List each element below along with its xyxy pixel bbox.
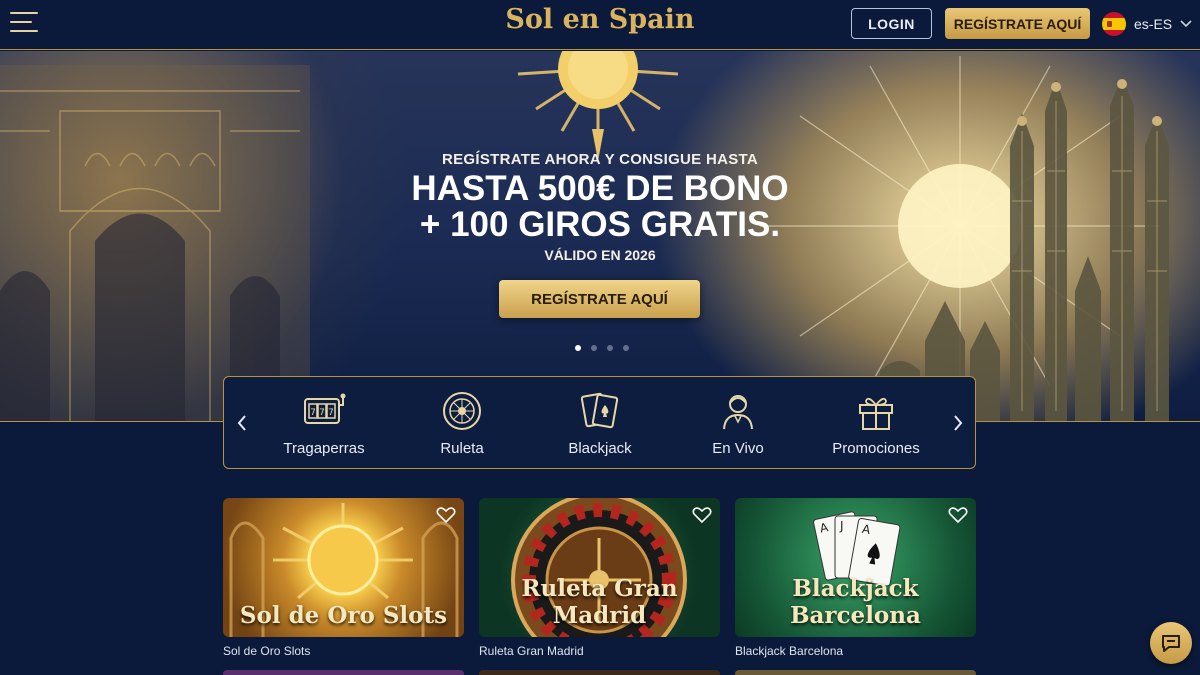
game-thumb-title: Sol de Oro Slots — [239, 602, 448, 629]
carousel-dots — [575, 345, 629, 351]
chat-bubble-icon — [1162, 635, 1180, 652]
carousel-dot-3[interactable] — [607, 345, 613, 351]
category-blackjack[interactable]: Blackjack — [535, 391, 665, 461]
svg-text:7: 7 — [328, 408, 334, 418]
chevron-right-icon[interactable] — [951, 413, 965, 433]
category-ruleta[interactable]: Ruleta — [397, 391, 527, 461]
heart-icon[interactable] — [436, 506, 456, 524]
hero-pretitle: REGÍSTRATE AHORA Y CONSIGUE HASTA — [441, 151, 759, 168]
game-thumb-title: Ruleta Gran Madrid — [521, 575, 678, 629]
svg-text:7: 7 — [319, 408, 325, 418]
spain-flag-icon — [1102, 12, 1126, 36]
chevron-left-icon[interactable] — [235, 413, 249, 433]
heart-icon[interactable] — [692, 506, 712, 524]
game-card-next-row[interactable] — [735, 670, 976, 675]
game-caption[interactable]: Ruleta Gran Madrid — [479, 644, 584, 658]
hero-headline-line1: HASTA 500€ DE BONO — [411, 169, 789, 208]
category-label: Ruleta — [440, 440, 484, 457]
game-card-blackjack-barcelona[interactable]: A J A Blackjack Barcelona — [735, 498, 976, 637]
chevron-down-icon — [1180, 20, 1192, 28]
carousel-dot-2[interactable] — [591, 345, 597, 351]
hero-validity: VÁLIDO EN 2026 — [544, 247, 656, 263]
language-selector[interactable]: es-ES — [1102, 12, 1192, 36]
category-tragaperras[interactable]: 7 7 7 Tragaperras — [259, 391, 389, 461]
hero-register-button[interactable]: REGÍSTRATE AQUÍ — [499, 280, 700, 318]
category-label: Blackjack — [568, 440, 632, 457]
category-label: Tragaperras — [283, 440, 365, 457]
site-header: Sol en Spain LOGIN REGÍSTRATE AQUÍ es-ES — [0, 0, 1200, 50]
game-card-sol-de-oro[interactable]: Sol de Oro Slots — [223, 498, 464, 637]
game-thumb-title: Blackjack Barcelona — [790, 575, 921, 629]
hero-headline-line2: + 100 GIROS GRATIS. — [419, 205, 781, 244]
category-label: Promociones — [832, 440, 920, 457]
category-promociones[interactable]: Promociones — [811, 391, 941, 461]
game-card-next-row[interactable] — [223, 670, 464, 675]
live-dealer-icon — [723, 395, 753, 430]
game-caption[interactable]: Sol de Oro Slots — [223, 644, 310, 658]
playing-cards-icon — [580, 392, 619, 429]
category-bar: 7 7 7 Tragaperras Ruleta Blackjack En Vi… — [223, 376, 976, 469]
hero-banner: REGÍSTRATE AHORA Y CONSIGUE HASTA HASTA … — [0, 51, 1200, 422]
game-card-ruleta-gran-madrid[interactable]: Ruleta Gran Madrid — [479, 498, 720, 637]
game-card-next-row[interactable] — [479, 670, 720, 675]
slot-machine-icon: 7 7 7 — [304, 393, 346, 424]
gift-icon — [859, 397, 893, 430]
game-caption[interactable]: Blackjack Barcelona — [735, 644, 843, 658]
roulette-wheel-icon — [443, 392, 481, 430]
language-label: es-ES — [1134, 16, 1173, 32]
register-button[interactable]: REGÍSTRATE AQUÍ — [945, 8, 1090, 39]
svg-text:J: J — [839, 519, 844, 533]
carousel-dot-4[interactable] — [623, 345, 629, 351]
heart-icon[interactable] — [948, 506, 968, 524]
carousel-dot-1[interactable] — [575, 345, 581, 351]
logo-text: Sol en Spain — [505, 4, 695, 35]
chat-button[interactable] — [1150, 622, 1192, 664]
login-button[interactable]: LOGIN — [851, 8, 932, 39]
svg-text:7: 7 — [310, 408, 316, 418]
category-label: En Vivo — [712, 440, 764, 457]
category-en-vivo[interactable]: En Vivo — [673, 391, 803, 461]
hamburger-menu-icon[interactable] — [10, 12, 40, 36]
